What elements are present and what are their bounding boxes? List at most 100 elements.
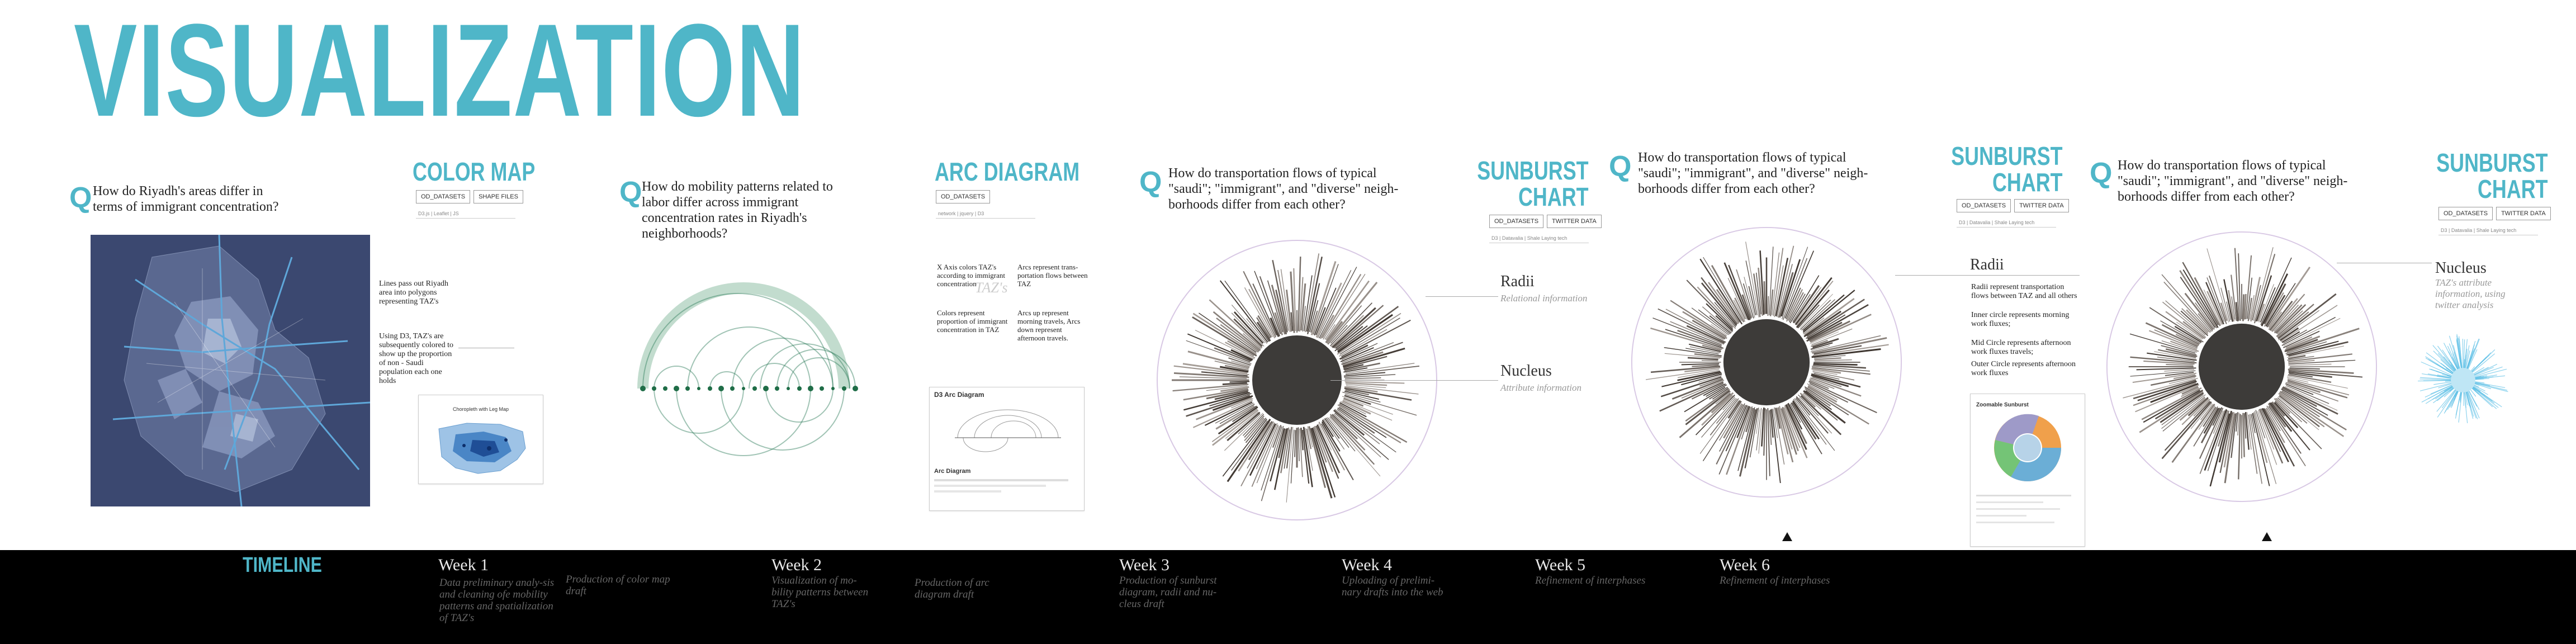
week-5-desc: Refinement of interphases [1535,575,1646,586]
thumb-line [1976,495,2071,496]
sunburst-meta-3: D3 | Datavalia | Shale Laying tech [1489,234,1589,243]
question-5: How do transportation flows of typical "… [2118,158,2348,204]
week-5-label: Week 5 [1535,556,1586,574]
sunburst-nucleus [1252,335,1342,425]
color-map-draft-desc: Production of color map draft [566,574,670,597]
sunburst-title-line2: CHART [1518,182,1589,211]
burst-center [2451,368,2475,392]
radii-leader-4 [1895,275,2080,276]
question-mark-1: Q [69,182,92,214]
arc-thumb-line [934,485,1046,487]
choropleth-thumb-title: Choropleth with Leg Map [452,406,509,412]
thumb-line [1976,515,2026,517]
chip-od-datasets[interactable]: OD_DATASETS [1489,215,1544,228]
nucleus-sub-3: Attribute information [1500,382,1581,393]
color-map-note-d3: Using D3, TAZ's are subsequently colored… [379,332,453,385]
chip-twitter-data[interactable]: TWITTER DATA [2014,199,2069,212]
sunburst-meta-4: D3 | Datavalia | Shale Laying tech [1957,218,2056,228]
week-4-label: Week 4 [1342,556,1393,574]
arc-diagram-graphic [637,282,858,456]
nucleus-leader-3 [1330,380,1498,381]
arc-diagram-title: ARC DIAGRAM [935,157,1080,186]
radii-sub-3: Relational information [1500,293,1588,304]
arc-diagram-chips: OD_DATASETS [936,190,991,203]
arc-note-arcs-up: Arcs up represent morning travels, Arcs … [1017,309,1081,342]
question-3: How do transportation flows of typical "… [1168,166,1399,212]
radii-leader-3 [1426,296,1498,297]
arc-note-colors: Colors represent proportion of immigrant… [937,309,1008,334]
chip-od-datasets[interactable]: OD_DATASETS [2438,207,2493,220]
sunburst-title-3: SUNBURST CHART [1478,158,1589,210]
arc-thumb-title: D3 Arc Diagram [934,391,984,399]
timeline-bar [0,550,2576,644]
arc-thumb-sub: Arc Diagram [934,468,971,475]
question-mark-3: Q [1139,166,1162,198]
week-6-label: Week 6 [1720,556,1770,574]
zoomable-sunburst-thumbnail[interactable]: Zoomable Sunburst [1970,394,2085,547]
question-mark-4: Q [1609,150,1632,183]
note-outer-4: Outer Circle represents afternoon work f… [1971,360,2076,377]
arc-thumb-graphic [955,409,1061,452]
week-4-desc: Uploading of prelimi-nary drafts into th… [1342,575,1443,598]
arc-diagram-thumbnail[interactable]: D3 Arc Diagram Arc Diagram [929,387,1085,511]
arc-thumb-line [934,479,1068,481]
sunburst-chips-5: OD_DATASETS TWITTER DATA [2438,207,2551,220]
sunburst-chips-4: OD_DATASETS TWITTER DATA [1957,199,2069,212]
nucleus-label-3: Nucleus [1500,362,1552,380]
week-2-desc: Visualization of mo-bility patterns betw… [771,575,869,610]
sunburst-title-4: SUNBURST CHART [1952,143,2063,196]
radii-label-4: Radii [1970,256,2004,273]
thumb-line [1976,501,2043,503]
nucleus-label-5: Nucleus [2435,259,2487,277]
question-mark-2: Q [619,176,642,209]
week-1-desc: Data preliminary analy-sis and cleaning … [439,577,555,624]
zoomable-thumb-title: Zoomable Sunburst [1976,402,2029,408]
chip-od-datasets[interactable]: OD_DATASETS [416,190,471,203]
week-1-label: Week 1 [438,556,489,574]
sunburst-chips-3: OD_DATASETS TWITTER DATA [1489,215,1602,228]
radii-label-3: Radii [1500,273,1535,290]
choropleth-thumbnail[interactable]: Choropleth with Leg Map [418,395,543,484]
page-title: VISUALIZATION [74,0,806,144]
arc-thumb-line [934,490,1001,493]
sunburst-chart-4 [1631,226,1902,498]
thumb-line [1976,508,2060,510]
sunburst-chart-5 [2106,231,2378,503]
chip-shape-files[interactable]: SHAPE FILES [473,190,523,203]
note-inner-4: Inner circle represents morning work flu… [1971,311,2070,328]
thumb-line [1976,522,2054,523]
riyadh-map [91,235,370,506]
chip-twitter-data[interactable]: TWITTER DATA [1547,215,1602,228]
us-map-graphic [438,423,526,474]
chip-od-datasets[interactable]: OD_DATASETS [936,190,991,203]
sunburst-title-line1: SUNBURST [1477,156,1589,185]
sunburst-title-line2: CHART [2478,174,2548,203]
arc-diagram-meta: network | jquery | D3 [936,209,1035,219]
question-4: How do transportation flows of typical "… [1638,150,1868,196]
zoomable-sunburst-graphic [1994,414,2061,482]
week-3-label: Week 3 [1119,556,1170,574]
nucleus-sub-5: TAZ's attribute information, using twitt… [2435,277,2506,310]
riyadh-map-graphic [91,235,370,506]
twitter-burst-graphic [2418,334,2508,424]
sunburst-title-line1: SUNBURST [1951,141,2063,171]
sunburst-nucleus [2198,323,2285,410]
triangle-marker [2262,532,2272,541]
sunburst-title-5: SUNBURST CHART [2437,150,2548,202]
week-3-desc: Production of sunburst diagram, radii an… [1119,575,1217,610]
question-mark-5: Q [2090,157,2113,190]
sunburst-nucleus [1723,319,1810,406]
sunburst-title-line2: CHART [1992,167,2063,197]
color-map-chips: OD_DATASETS SHAPE FILES [416,190,523,203]
color-map-meta: D3.js | Leaflet | JS [416,209,515,219]
chip-od-datasets[interactable]: OD_DATASETS [1957,199,2011,212]
week-2-label: Week 2 [771,556,822,574]
arc-note-x-axis: X Axis colors TAZ's according to immigra… [937,263,1006,288]
sunburst-meta-5: D3 | Datavalia | Shale Laying tech [2438,226,2538,235]
question-1: How do Riyadh's areas differ in terms of… [93,184,279,214]
week-6-desc: Refinement of interphases [1720,575,1830,586]
color-map-note-lines: Lines pass out Riyadh area into polygons… [379,280,449,306]
triangle-marker [1782,532,1792,541]
chip-twitter-data[interactable]: TWITTER DATA [2496,207,2551,220]
color-map-title: COLOR MAP [413,157,536,186]
